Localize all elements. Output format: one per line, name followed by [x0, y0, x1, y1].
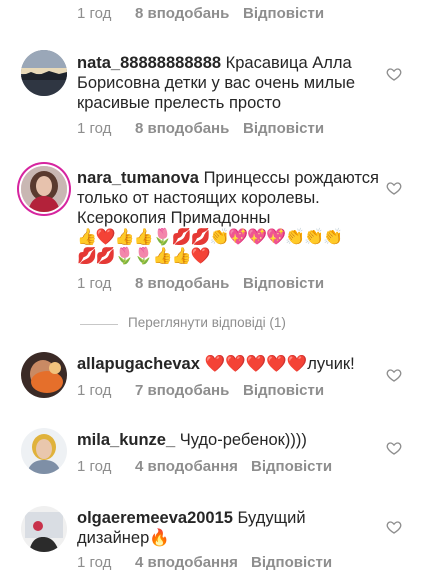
comment-text: Чудо-ребенок)))) — [179, 431, 307, 449]
avatar[interactable] — [21, 166, 67, 212]
reply-button[interactable]: Відповісти — [243, 275, 324, 292]
heart-icon[interactable] — [386, 367, 402, 383]
comment-username[interactable]: mila_kunze_ — [77, 431, 175, 449]
heart-icon[interactable] — [386, 180, 402, 196]
avatar[interactable] — [21, 352, 67, 398]
comment-time: 1 год — [77, 554, 112, 571]
comment-likes[interactable]: 8 вподобань — [135, 120, 229, 137]
comment-emojis: 👍❤️👍👍🌷💋💋👏💖💖💖👏👏👏 — [77, 229, 343, 246]
comment-time: 1 год — [77, 5, 112, 22]
view-replies-label: Переглянути відповіді (1) — [128, 315, 286, 330]
avatar[interactable] — [21, 428, 67, 474]
divider — [80, 324, 118, 325]
avatar[interactable] — [21, 50, 67, 96]
avatar[interactable] — [21, 506, 67, 552]
reply-button[interactable]: Відповісти — [243, 382, 324, 399]
view-replies-button[interactable]: Переглянути відповіді (1) — [80, 315, 410, 333]
comment-username[interactable]: nara_tumanova — [77, 169, 199, 187]
comment-username[interactable]: olgaeremeeva20015 — [77, 509, 233, 527]
comment-time: 1 год — [77, 382, 112, 399]
heart-icon[interactable] — [386, 440, 402, 456]
comment-emojis: 💋💋🌷🌷👍👍❤️ — [77, 248, 210, 265]
comment-text: ❤️❤️❤️❤️❤️лучик! — [204, 355, 355, 373]
comment-body: nata_88888888888 Красавица Алла Борисовн… — [77, 53, 382, 113]
comment-body: olgaeremeeva20015 Будущий дизайнер🔥 — [77, 508, 382, 548]
comment-likes[interactable]: 7 вподобань — [135, 382, 229, 399]
comment-time: 1 год — [77, 458, 112, 475]
comment-body: allapugachevax ❤️❤️❤️❤️❤️лучик! — [77, 354, 382, 374]
comment-time: 1 год — [77, 120, 112, 137]
comment-username[interactable]: nata_88888888888 — [77, 54, 221, 72]
reply-button[interactable]: Відповісти — [243, 5, 324, 22]
comment-likes[interactable]: 4 вподобання — [135, 554, 238, 571]
reply-button[interactable]: Відповісти — [251, 458, 332, 475]
comment-username[interactable]: allapugachevax — [77, 355, 200, 373]
comment-time: 1 год — [77, 275, 112, 292]
heart-icon[interactable] — [386, 519, 402, 535]
reply-button[interactable]: Відповісти — [243, 120, 324, 137]
comment-body: nara_tumanova Принцессы рождаются только… — [77, 168, 382, 228]
comment-likes[interactable]: 8 вподобань — [135, 275, 229, 292]
comment-body: mila_kunze_ Чудо-ребенок)))) — [77, 430, 382, 450]
heart-icon[interactable] — [386, 66, 402, 82]
comment-likes[interactable]: 4 вподобання — [135, 458, 238, 475]
comment-likes[interactable]: 8 вподобань — [135, 5, 229, 22]
reply-button[interactable]: Відповісти — [251, 554, 332, 571]
